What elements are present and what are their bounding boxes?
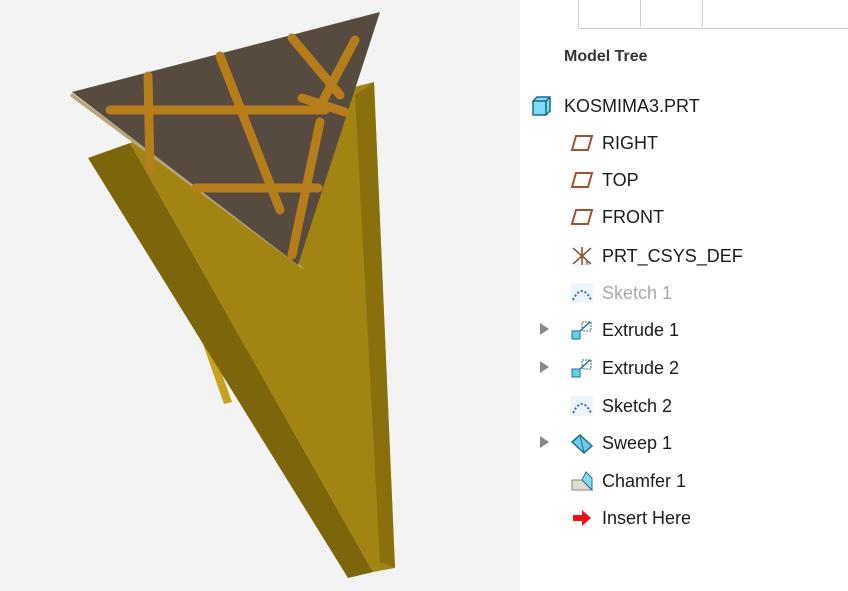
- datum-plane-icon: [570, 206, 594, 228]
- sketch-icon: [570, 395, 594, 417]
- expand-arrow-icon[interactable]: [540, 323, 549, 335]
- tree-item-kosmima3-prt[interactable]: KOSMIMA3.PRT: [520, 89, 848, 123]
- sketch-icon: [570, 282, 594, 304]
- tree-item-extrude-2[interactable]: Extrude 2: [520, 351, 848, 385]
- panel-tab-2[interactable]: [640, 0, 703, 27]
- tree-item-insert-here[interactable]: Insert Here: [520, 501, 848, 535]
- insert-arrow-icon: [570, 507, 594, 529]
- extrude-icon: [570, 357, 594, 379]
- tree-item-front[interactable]: FRONT: [520, 200, 848, 234]
- chamfer-icon: [570, 470, 594, 492]
- svg-text:x: x: [585, 259, 589, 267]
- tree-item-label: RIGHT: [602, 133, 658, 153]
- tree-item-label: Extrude 2: [602, 358, 680, 378]
- datum-plane-icon: [570, 132, 594, 154]
- tree-item-chamfer-1[interactable]: Chamfer 1: [520, 464, 848, 498]
- tree-item-label: PRT_CSYS_DEF: [602, 246, 743, 266]
- tree-item-label: Sketch 1: [602, 283, 673, 303]
- tree-item-label: Chamfer 1: [602, 471, 687, 491]
- extrude-icon: [570, 319, 594, 341]
- model-viewport[interactable]: [0, 0, 520, 591]
- tree-item-sketch-2[interactable]: Sketch 2: [520, 389, 848, 423]
- model-tree-panel: Model Tree KOSMIMA3.PRT RIGHT TOP FRONT x PRT…: [520, 0, 848, 591]
- panel-tab-3[interactable]: [702, 0, 848, 27]
- tree-item-label: Extrude 1: [602, 320, 680, 340]
- tree-item-extrude-1[interactable]: Extrude 1: [520, 313, 848, 347]
- tree-item-label: Insert Here: [602, 508, 692, 528]
- model-3d-render: [70, 12, 395, 578]
- tree-item-label: KOSMIMA3.PRT: [564, 96, 700, 116]
- sweep-icon: [570, 432, 594, 455]
- tree-item-label: Sweep 1: [602, 433, 673, 453]
- part-icon: [530, 95, 554, 117]
- tree-item-right[interactable]: RIGHT: [520, 126, 848, 160]
- expand-arrow-icon[interactable]: [540, 361, 549, 373]
- expand-arrow-icon[interactable]: [540, 436, 549, 448]
- tree-item-sweep-1[interactable]: Sweep 1: [520, 426, 848, 460]
- panel-tab-1[interactable]: [578, 0, 641, 27]
- tree-item-label: FRONT: [602, 207, 664, 227]
- tree-item-top[interactable]: TOP: [520, 163, 848, 197]
- panel-tab-strip: [578, 0, 848, 29]
- tree-item-sketch-1[interactable]: Sketch 1: [520, 276, 848, 310]
- tree-item-label: Sketch 2: [602, 396, 673, 416]
- tree-item-prt-csys-def[interactable]: x PRT_CSYS_DEF: [520, 239, 848, 273]
- model-tree-title: Model Tree: [564, 48, 648, 65]
- coordinate-system-icon: x: [570, 245, 594, 267]
- tree-item-label: TOP: [602, 170, 639, 190]
- datum-plane-icon: [570, 169, 594, 191]
